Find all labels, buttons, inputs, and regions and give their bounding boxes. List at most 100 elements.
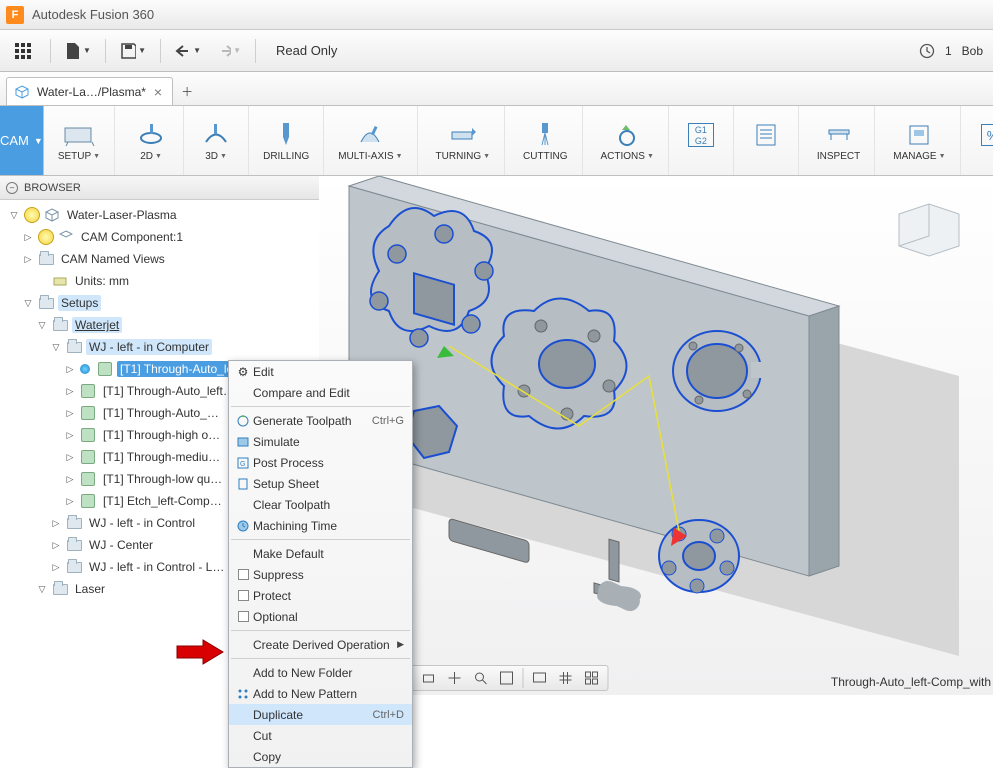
checkbox-icon xyxy=(238,590,249,601)
toolpath-icon xyxy=(81,384,95,398)
inspect-icon xyxy=(821,119,857,151)
pan-button[interactable] xyxy=(442,668,466,688)
display-button[interactable] xyxy=(527,668,551,688)
tree-setups[interactable]: ▽Setups xyxy=(8,292,319,314)
folder-icon xyxy=(67,342,82,353)
cm-setup-sheet[interactable]: Setup Sheet xyxy=(229,473,412,494)
generate-icon xyxy=(233,414,253,428)
toolpath-icon xyxy=(81,472,95,486)
save-button[interactable]: ▼ xyxy=(120,38,146,64)
cm-create-derived[interactable]: Create Derived Operation▶ xyxy=(229,634,412,655)
ribbon-multiaxis[interactable]: MULTI-AXIS▼ xyxy=(324,106,417,175)
folder-icon xyxy=(53,584,68,595)
checkbox-icon xyxy=(238,611,249,622)
cm-simulate[interactable]: Simulate xyxy=(229,431,412,452)
folder-icon xyxy=(53,320,68,331)
manage-icon xyxy=(901,119,937,151)
ribbon-2d[interactable]: 2D▼ xyxy=(119,106,184,175)
grid-menu-button[interactable] xyxy=(10,38,36,64)
toolpath-icon xyxy=(81,406,95,420)
ribbon-cutting[interactable]: CUTTING xyxy=(509,106,582,175)
pattern-icon xyxy=(233,687,253,701)
cm-copy[interactable]: Copy xyxy=(229,746,412,767)
tree-root[interactable]: ▽Water-Laser-Plasma xyxy=(8,204,319,226)
ribbon-manage[interactable]: MANAGE▼ xyxy=(879,106,960,175)
ribbon-percent[interactable]: % xyxy=(961,106,993,175)
document-tab[interactable]: Water-La…/Plasma* × xyxy=(6,77,173,105)
folder-icon xyxy=(67,518,82,529)
cm-compare-edit[interactable]: Compare and Edit xyxy=(229,382,412,403)
browser-header[interactable]: – BROWSER xyxy=(0,176,319,200)
cm-generate-toolpath[interactable]: Generate ToolpathCtrl+G xyxy=(229,410,412,431)
viewports-button[interactable] xyxy=(579,668,603,688)
grid-button[interactable] xyxy=(553,668,577,688)
title-bar: F Autodesk Fusion 360 xyxy=(0,0,993,30)
cm-clear-toolpath[interactable]: Clear Toolpath xyxy=(229,494,412,515)
cm-protect[interactable]: Protect xyxy=(229,585,412,606)
units-icon xyxy=(52,273,68,289)
cm-duplicate[interactable]: DuplicateCtrl+D xyxy=(229,704,412,725)
annotation-arrow-icon xyxy=(175,638,225,666)
ribbon-turning[interactable]: TURNING▼ xyxy=(422,106,506,175)
tree-wj-left-computer[interactable]: ▽WJ - left - in Computer xyxy=(8,336,319,358)
cube-icon xyxy=(15,85,29,99)
cm-make-default[interactable]: Make Default xyxy=(229,543,412,564)
cutting-icon xyxy=(527,119,563,151)
document-tab-bar: Water-La…/Plasma* × ＋ xyxy=(0,72,993,106)
folder-icon xyxy=(67,562,82,573)
quick-access-bar: ▼ ▼ ▼ ▼ Read Only 1 Bob xyxy=(0,30,993,72)
workspace-switcher[interactable]: CAM▼ xyxy=(0,106,44,175)
redo-button[interactable]: ▼ xyxy=(215,38,241,64)
ribbon-actions[interactable]: ACTIONS▼ xyxy=(587,106,669,175)
multiaxis-icon xyxy=(352,119,388,151)
cm-cut[interactable]: Cut xyxy=(229,725,412,746)
drilling-icon xyxy=(268,119,304,151)
fit-button[interactable] xyxy=(494,668,518,688)
tree-cam-component[interactable]: ▷CAM Component:1 xyxy=(8,226,319,248)
clock-icon xyxy=(919,43,935,59)
cm-add-to-pattern[interactable]: Add to New Pattern xyxy=(229,683,412,704)
separator xyxy=(160,39,161,63)
readonly-indicator: Read Only xyxy=(276,43,337,58)
svg-text:G: G xyxy=(240,461,245,468)
new-tab-button[interactable]: ＋ xyxy=(173,77,201,105)
ribbon-gcode[interactable]: G1G2 xyxy=(669,106,734,175)
app-icon: F xyxy=(6,6,24,24)
tree-named-views[interactable]: ▷CAM Named Views xyxy=(8,248,319,270)
gcode-icon: G xyxy=(233,456,253,470)
separator xyxy=(50,39,51,63)
ribbon-3d[interactable]: 3D▼ xyxy=(184,106,249,175)
cm-suppress[interactable]: Suppress xyxy=(229,564,412,585)
app-title: Autodesk Fusion 360 xyxy=(32,7,154,22)
workspace-label: CAM xyxy=(0,133,29,148)
folder-icon xyxy=(67,540,82,551)
cm-edit[interactable]: ⚙Edit xyxy=(229,361,412,382)
file-menu-button[interactable]: ▼ xyxy=(65,38,91,64)
ribbon-setup[interactable]: SETUP▼ xyxy=(44,106,115,175)
ribbon-inspect[interactable]: INSPECT xyxy=(803,106,875,175)
zoom-button[interactable] xyxy=(468,668,492,688)
ribbon-drilling[interactable]: DRILLING xyxy=(249,106,324,175)
gcode-icon: G1G2 xyxy=(683,119,719,151)
undo-button[interactable]: ▼ xyxy=(175,38,201,64)
close-tab-button[interactable]: × xyxy=(154,84,162,100)
setup-icon xyxy=(61,119,97,151)
ribbon-sheet[interactable] xyxy=(734,106,799,175)
toolpath-icon xyxy=(98,362,112,376)
look-at-button[interactable] xyxy=(416,668,440,688)
cm-optional[interactable]: Optional xyxy=(229,606,412,627)
cm-machining-time[interactable]: Machining Time xyxy=(229,515,412,536)
cm-post-process[interactable]: GPost Process xyxy=(229,452,412,473)
document-tab-label: Water-La…/Plasma* xyxy=(37,85,146,99)
viewport-canvas[interactable]: Through-Auto_left-Comp_with xyxy=(319,176,993,695)
tree-waterjet[interactable]: ▽Waterjet xyxy=(8,314,319,336)
tree-units[interactable]: Units: mm xyxy=(8,270,319,292)
cm-add-to-folder[interactable]: Add to New Folder xyxy=(229,662,412,683)
3d-icon xyxy=(198,119,234,151)
gear-icon: ⚙ xyxy=(233,365,253,379)
separator xyxy=(255,39,256,63)
toolpath-icon xyxy=(81,494,95,508)
checkbox-icon xyxy=(238,569,249,580)
user-name[interactable]: Bob xyxy=(962,44,983,58)
op-name-overlay: Through-Auto_left-Comp_with xyxy=(831,675,991,689)
